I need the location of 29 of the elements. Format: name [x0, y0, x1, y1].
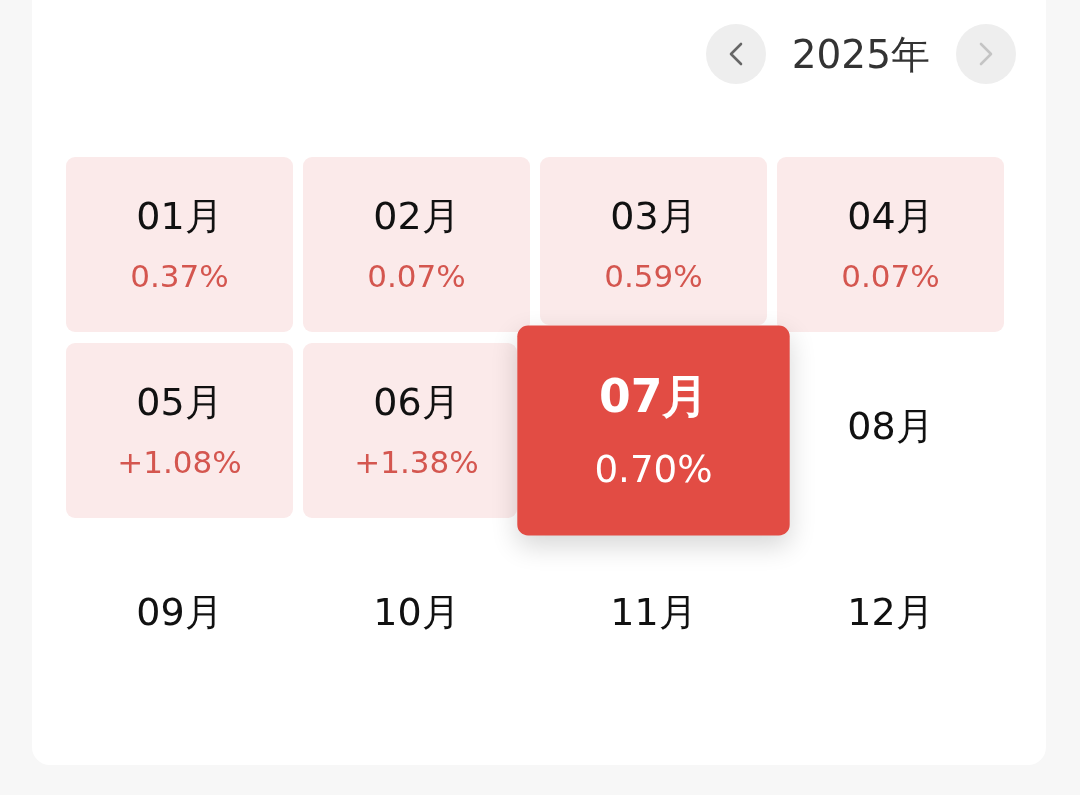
- month-cell[interactable]: 04月 0.07%: [777, 157, 1004, 332]
- month-cell[interactable]: 03月 0.59%: [540, 157, 767, 325]
- change-percent: +1.08%: [117, 445, 242, 480]
- month-option[interactable]: 09月: [136, 591, 223, 634]
- month-cell[interactable]: 06月 +1.38%: [303, 343, 517, 518]
- month-label: 07月: [598, 371, 709, 422]
- change-percent: 0.70%: [594, 448, 713, 490]
- month-cell[interactable]: 05月 +1.08%: [66, 343, 293, 518]
- change-percent: +1.38%: [354, 445, 479, 480]
- year-label: 2025年: [791, 34, 930, 74]
- month-option[interactable]: 08月: [847, 405, 934, 448]
- month-label: 05月: [136, 381, 223, 424]
- month-option[interactable]: 11月: [610, 591, 697, 634]
- change-percent: 0.59%: [604, 259, 703, 294]
- month-label: 06月: [373, 381, 460, 424]
- month-cell[interactable]: 02月 0.07%: [303, 157, 530, 332]
- change-percent: 0.07%: [367, 259, 466, 294]
- chevron-left-icon: [728, 42, 743, 66]
- change-percent: 0.37%: [130, 259, 229, 294]
- month-label: 01月: [136, 195, 223, 238]
- month-option[interactable]: 12月: [847, 591, 934, 634]
- month-label: 03月: [610, 195, 697, 238]
- month-cell[interactable]: 01月 0.37%: [66, 157, 293, 332]
- change-percent: 0.07%: [841, 259, 940, 294]
- month-label: 04月: [847, 195, 934, 238]
- month-cell[interactable]: 07月 0.70%: [517, 325, 790, 536]
- chevron-right-icon: [979, 42, 993, 66]
- month-option[interactable]: 10月: [373, 591, 460, 634]
- month-label: 02月: [373, 195, 460, 238]
